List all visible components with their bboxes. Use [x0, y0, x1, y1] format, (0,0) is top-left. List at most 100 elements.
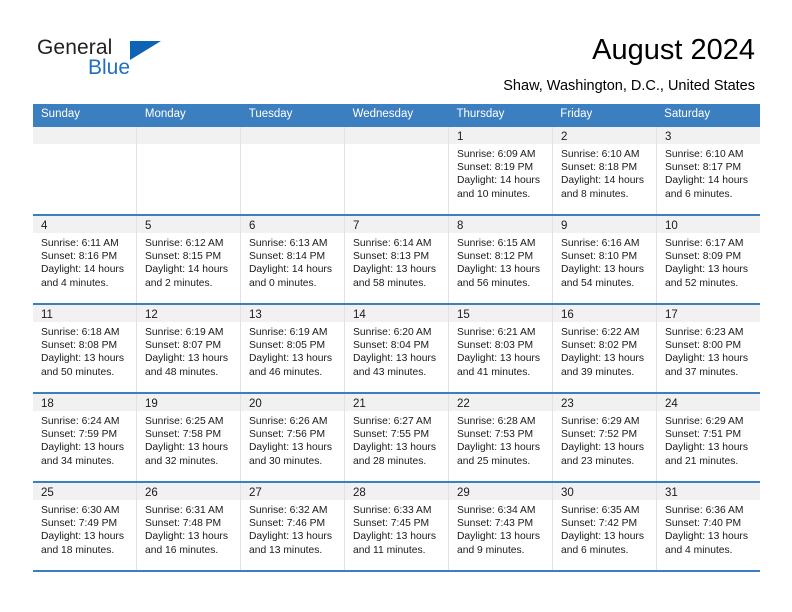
day-cell-9[interactable]: 9 Sunrise: 6:16 AM Sunset: 8:10 PM Daylight…: [553, 216, 657, 303]
daylight-text-line1: Daylight: 13 hours: [457, 531, 540, 543]
sunrise-text: Sunrise: 6:10 AM: [561, 149, 640, 160]
day-cell-2[interactable]: 2 Sunrise: 6:10 AM Sunset: 8:18 PM Daylight…: [553, 127, 657, 214]
calendar-week-row: 4 Sunrise: 6:11 AM Sunset: 8:16 PM Daylight…: [33, 214, 760, 303]
sunset-text: Sunset: 7:51 PM: [665, 429, 742, 441]
day-cell-10[interactable]: 10 Sunrise: 6:17 AM Sunset: 8:09 PM Dayligh…: [657, 216, 760, 303]
day-number: 30: [561, 487, 574, 499]
sunset-text: Sunset: 8:07 PM: [145, 340, 222, 352]
day-cell-22[interactable]: 22 Sunrise: 6:28 AM Sunset: 7:53 PM Dayligh…: [449, 394, 553, 481]
day-number-band: 18: [33, 394, 136, 411]
page-subtitle-location: Shaw, Washington, D.C., United States: [503, 78, 755, 94]
calendar-week-row: 18 Sunrise: 6:24 AM Sunset: 7:59 PM Dayligh…: [33, 392, 760, 481]
day-number-band: 24: [657, 394, 760, 411]
day-cell-26[interactable]: 26 Sunrise: 6:31 AM Sunset: 7:48 PM Dayligh…: [137, 483, 241, 570]
day-cell-13[interactable]: 13 Sunrise: 6:19 AM Sunset: 8:05 PM Dayligh…: [241, 305, 345, 392]
day-cell-body: Sunrise: 6:34 AM Sunset: 7:43 PM Daylight:…: [449, 500, 552, 557]
daylight-text-line2: and 16 minutes.: [145, 544, 219, 556]
day-cell-18[interactable]: 18 Sunrise: 6:24 AM Sunset: 7:59 PM Dayligh…: [33, 394, 137, 481]
sunrise-text: Sunrise: 6:26 AM: [249, 416, 328, 427]
daylight-text-line1: Daylight: 14 hours: [457, 175, 540, 187]
day-cell-17[interactable]: 17 Sunrise: 6:23 AM Sunset: 8:00 PM Dayligh…: [657, 305, 760, 392]
day-cell-12[interactable]: 12 Sunrise: 6:19 AM Sunset: 8:07 PM Dayligh…: [137, 305, 241, 392]
day-number-band: 5: [137, 216, 240, 233]
sunrise-text: Sunrise: 6:10 AM: [665, 149, 744, 160]
day-cell-body: Sunrise: 6:27 AM Sunset: 7:55 PM Daylight:…: [345, 411, 448, 468]
daylight-text-line2: and 4 minutes.: [41, 277, 109, 289]
day-cell-empty: [137, 127, 241, 214]
sunset-text: Sunset: 7:48 PM: [145, 518, 222, 530]
day-cell-body: Sunrise: 6:29 AM Sunset: 7:52 PM Daylight:…: [553, 411, 656, 468]
day-number: 5: [145, 220, 152, 232]
day-cell-16[interactable]: 16 Sunrise: 6:22 AM Sunset: 8:02 PM Dayligh…: [553, 305, 657, 392]
day-cell-11[interactable]: 11 Sunrise: 6:18 AM Sunset: 8:08 PM Dayligh…: [33, 305, 137, 392]
day-cell-body: [33, 144, 136, 148]
sunrise-text: Sunrise: 6:13 AM: [249, 238, 328, 249]
day-cell-1[interactable]: 1 Sunrise: 6:09 AM Sunset: 8:19 PM Daylight…: [449, 127, 553, 214]
day-cell-31[interactable]: 31 Sunrise: 6:36 AM Sunset: 7:40 PM Dayligh…: [657, 483, 760, 570]
day-cell-21[interactable]: 21 Sunrise: 6:27 AM Sunset: 7:55 PM Dayligh…: [345, 394, 449, 481]
daylight-text-line2: and 25 minutes.: [457, 455, 531, 467]
day-number-band: 16: [553, 305, 656, 322]
day-number-band: [33, 127, 136, 144]
daylight-text-line2: and 28 minutes.: [353, 455, 427, 467]
day-cell-14[interactable]: 14 Sunrise: 6:20 AM Sunset: 8:04 PM Dayligh…: [345, 305, 449, 392]
daylight-text-line1: Daylight: 13 hours: [145, 531, 228, 543]
daylight-text-line2: and 18 minutes.: [41, 544, 115, 556]
day-cell-24[interactable]: 24 Sunrise: 6:29 AM Sunset: 7:51 PM Dayligh…: [657, 394, 760, 481]
daylight-text-line2: and 46 minutes.: [249, 366, 323, 378]
day-number-band: 9: [553, 216, 656, 233]
weekday-header-wednesday: Wednesday: [352, 108, 414, 120]
day-number: 25: [41, 487, 54, 499]
day-cell-body: Sunrise: 6:17 AM Sunset: 8:09 PM Daylight:…: [657, 233, 760, 290]
daylight-text-line1: Daylight: 13 hours: [249, 531, 332, 543]
daylight-text-line1: Daylight: 13 hours: [353, 264, 436, 276]
day-number: 16: [561, 309, 574, 321]
day-number-band: [345, 127, 448, 144]
calendar-week-row: 25 Sunrise: 6:30 AM Sunset: 7:49 PM Dayligh…: [33, 481, 760, 572]
day-cell-27[interactable]: 27 Sunrise: 6:32 AM Sunset: 7:46 PM Dayligh…: [241, 483, 345, 570]
daylight-text-line1: Daylight: 13 hours: [353, 531, 436, 543]
day-cell-body: Sunrise: 6:28 AM Sunset: 7:53 PM Daylight:…: [449, 411, 552, 468]
day-cell-8[interactable]: 8 Sunrise: 6:15 AM Sunset: 8:12 PM Daylight…: [449, 216, 553, 303]
sunrise-text: Sunrise: 6:23 AM: [665, 327, 744, 338]
day-cell-6[interactable]: 6 Sunrise: 6:13 AM Sunset: 8:14 PM Daylight…: [241, 216, 345, 303]
weekday-header-tuesday: Tuesday: [248, 108, 293, 120]
daylight-text-line1: Daylight: 14 hours: [145, 264, 228, 276]
day-cell-body: Sunrise: 6:12 AM Sunset: 8:15 PM Daylight:…: [137, 233, 240, 290]
daylight-text-line1: Daylight: 13 hours: [457, 442, 540, 454]
day-cell-4[interactable]: 4 Sunrise: 6:11 AM Sunset: 8:16 PM Daylight…: [33, 216, 137, 303]
day-cell-body: Sunrise: 6:10 AM Sunset: 8:17 PM Daylight:…: [657, 144, 760, 201]
weekday-header-row: Sunday Monday Tuesday Wednesday Thursday Frid…: [33, 104, 760, 125]
daylight-text-line1: Daylight: 13 hours: [561, 531, 644, 543]
sunset-text: Sunset: 8:04 PM: [353, 340, 430, 352]
day-cell-29[interactable]: 29 Sunrise: 6:34 AM Sunset: 7:43 PM Dayligh…: [449, 483, 553, 570]
sunrise-text: Sunrise: 6:31 AM: [145, 505, 224, 516]
day-number: 31: [665, 487, 678, 499]
day-number-band: 1: [449, 127, 552, 144]
day-number-band: 19: [137, 394, 240, 411]
day-cell-25[interactable]: 25 Sunrise: 6:30 AM Sunset: 7:49 PM Dayligh…: [33, 483, 137, 570]
day-cell-3[interactable]: 3 Sunrise: 6:10 AM Sunset: 8:17 PM Daylight…: [657, 127, 760, 214]
day-cell-body: Sunrise: 6:29 AM Sunset: 7:51 PM Daylight:…: [657, 411, 760, 468]
sunrise-text: Sunrise: 6:18 AM: [41, 327, 120, 338]
day-number-band: 21: [345, 394, 448, 411]
day-cell-body: Sunrise: 6:13 AM Sunset: 8:14 PM Daylight:…: [241, 233, 344, 290]
daylight-text-line1: Daylight: 13 hours: [665, 531, 748, 543]
day-cell-5[interactable]: 5 Sunrise: 6:12 AM Sunset: 8:15 PM Daylight…: [137, 216, 241, 303]
day-number-band: 7: [345, 216, 448, 233]
day-cell-15[interactable]: 15 Sunrise: 6:21 AM Sunset: 8:03 PM Dayligh…: [449, 305, 553, 392]
sunrise-text: Sunrise: 6:12 AM: [145, 238, 224, 249]
sunset-text: Sunset: 8:03 PM: [457, 340, 534, 352]
sunset-text: Sunset: 8:18 PM: [561, 162, 638, 174]
sunset-text: Sunset: 7:58 PM: [145, 429, 222, 441]
day-cell-body: Sunrise: 6:21 AM Sunset: 8:03 PM Daylight:…: [449, 322, 552, 379]
day-number: 1: [457, 131, 464, 143]
day-cell-19[interactable]: 19 Sunrise: 6:25 AM Sunset: 7:58 PM Dayligh…: [137, 394, 241, 481]
day-number-band: 25: [33, 483, 136, 500]
day-cell-30[interactable]: 30 Sunrise: 6:35 AM Sunset: 7:42 PM Dayligh…: [553, 483, 657, 570]
general-blue-logo[interactable]: General Blue: [37, 36, 217, 82]
day-cell-23[interactable]: 23 Sunrise: 6:29 AM Sunset: 7:52 PM Dayligh…: [553, 394, 657, 481]
day-cell-7[interactable]: 7 Sunrise: 6:14 AM Sunset: 8:13 PM Daylight…: [345, 216, 449, 303]
day-cell-20[interactable]: 20 Sunrise: 6:26 AM Sunset: 7:56 PM Dayligh…: [241, 394, 345, 481]
day-cell-28[interactable]: 28 Sunrise: 6:33 AM Sunset: 7:45 PM Dayligh…: [345, 483, 449, 570]
